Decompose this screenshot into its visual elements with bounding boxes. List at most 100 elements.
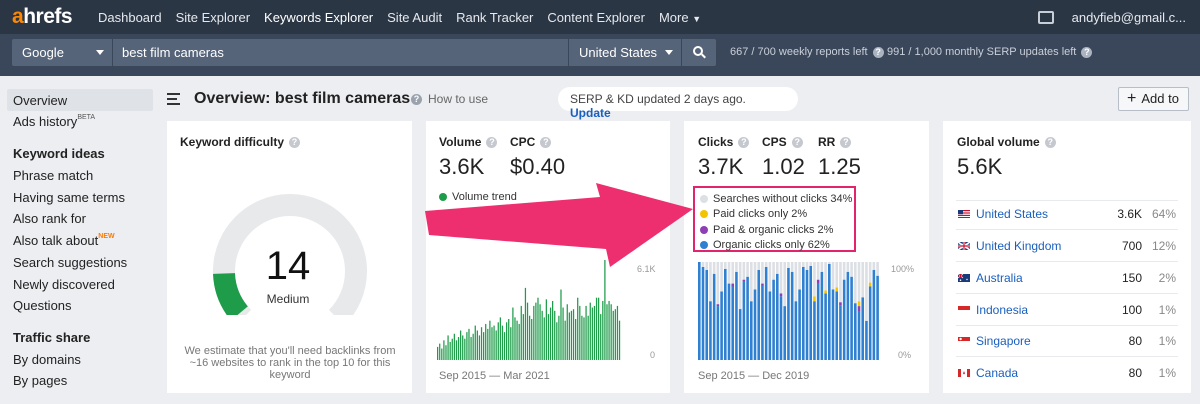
help-icon[interactable]: ? (540, 136, 552, 148)
keyword-input[interactable]: best film cameras (113, 39, 568, 66)
how-to-use-link[interactable]: ? How to use (411, 92, 488, 106)
volume-bar (533, 305, 535, 360)
clicks-bar-segment (790, 262, 794, 272)
sidebar-item-also-talk-about[interactable]: Also talk aboutNEW (13, 233, 115, 248)
clicks-bar-segment (854, 262, 857, 304)
nav-more[interactable]: More ▼ (652, 10, 708, 25)
help-icon[interactable]: ? (1044, 136, 1056, 148)
clicks-bar-segment (857, 311, 861, 360)
volume-bar (614, 309, 616, 360)
nav-keywords-explorer[interactable]: Keywords Explorer (257, 10, 380, 25)
search-engine-select[interactable]: Google (12, 39, 112, 66)
nav-site-explorer[interactable]: Site Explorer (169, 10, 257, 25)
help-icon[interactable]: ? (872, 46, 884, 58)
search-bar: Google best film cameras United States 6… (0, 34, 1200, 76)
sidebar-item-search-suggestions[interactable]: Search suggestions (13, 255, 127, 270)
legend-row: Searches without clicks 34% (700, 191, 854, 207)
monthly-quota: 991 / 1,000 monthly SERP updates left? (887, 46, 1093, 58)
clicks-bar-segment (839, 262, 842, 303)
volume-bar (455, 340, 458, 360)
clicks-bar-segment (805, 269, 809, 360)
search-button[interactable] (682, 39, 716, 66)
volume-bar (549, 307, 552, 360)
clicks-bar-segment (857, 262, 861, 302)
divider (956, 356, 1178, 357)
volume-bar (585, 305, 587, 360)
clicks-bar-segment (868, 262, 872, 283)
nav-dashboard[interactable]: Dashboard (91, 10, 169, 25)
clicks-bar-segment (698, 262, 701, 360)
volume-bar (547, 314, 550, 360)
monitor-icon[interactable] (1037, 10, 1054, 24)
ahrefs-logo[interactable]: ahrefs (12, 5, 82, 29)
sidebar-item-ads-history[interactable]: Ads historyBETA (13, 114, 95, 129)
help-icon[interactable]: ? (840, 136, 852, 148)
clicks-bar-segment (761, 283, 764, 286)
country-row-uk[interactable]: United Kingdom 700 12% (958, 236, 1176, 256)
sidebar-item-overview[interactable]: Overview (7, 89, 153, 111)
volume-bar (516, 320, 518, 360)
sidebar-item-also-rank-for[interactable]: Also rank for (13, 211, 86, 226)
country-row-au[interactable]: Australia 150 2% (958, 268, 1176, 288)
help-icon[interactable]: ? (486, 136, 498, 148)
volume-bar (464, 338, 466, 360)
volume-bar (606, 304, 608, 360)
help-icon[interactable]: ? (289, 136, 301, 148)
volume-bar (441, 348, 443, 360)
clicks-bar-segment (731, 286, 735, 360)
country-row-ca[interactable]: Canada 80 1% (958, 363, 1176, 383)
help-icon[interactable]: ? (738, 136, 750, 148)
nav-rank-tracker[interactable]: Rank Tracker (449, 10, 540, 25)
country-row-us[interactable]: United States 3.6K 64% (958, 204, 1176, 224)
global-volume-value: 5.6K (957, 154, 1003, 179)
sidebar-item-by-pages[interactable]: By pages (13, 373, 67, 388)
help-icon[interactable]: ? (1081, 46, 1093, 58)
nav-content-explorer[interactable]: Content Explorer (540, 10, 652, 25)
menu-icon[interactable] (167, 93, 180, 108)
update-link[interactable]: Update (570, 106, 611, 120)
clicks-bar-segment (761, 262, 764, 284)
flag-uk-icon (958, 242, 970, 250)
clicks-bar-segment (757, 262, 761, 270)
sidebar-item-phrase-match[interactable]: Phrase match (13, 168, 93, 183)
volume-trend-chart[interactable] (437, 260, 621, 360)
kd-value: 14 (265, 244, 311, 288)
country-row-id[interactable]: Indonesia 100 1% (958, 300, 1176, 320)
sidebar-item-having-same-terms[interactable]: Having same terms (13, 190, 125, 205)
user-email[interactable]: andyfieb@gmail.c... (1072, 10, 1186, 25)
clicks-legend: Searches without clicks 34% Paid clicks … (693, 186, 856, 252)
clicks-chart[interactable] (698, 262, 880, 360)
weekly-quota: 667 / 700 weekly reports left? (730, 46, 884, 58)
flag-id-icon (958, 306, 970, 314)
divider (956, 200, 1178, 201)
help-icon[interactable]: ? (791, 136, 803, 148)
divider (956, 293, 1178, 294)
sidebar-item-by-domains[interactable]: By domains (13, 352, 81, 367)
add-to-button[interactable]: + Add to (1118, 87, 1189, 111)
clicks-bar-segment (824, 262, 827, 291)
clicks-bar-segment (835, 291, 839, 360)
nav-site-audit[interactable]: Site Audit (380, 10, 449, 25)
volume-bar (499, 317, 501, 360)
country-row-sg[interactable]: Singapore 80 1% (958, 331, 1176, 351)
clicks-bar-segment (742, 279, 746, 282)
clicks-bar-segment (735, 262, 738, 272)
clicks-bar-segment (709, 301, 712, 360)
caret-down-icon (665, 50, 673, 55)
clicks-bar-segment (813, 301, 816, 360)
sidebar-item-newly-discovered[interactable]: Newly discovered (13, 277, 115, 292)
sidebar-heading-traffic-share: Traffic share (13, 330, 91, 345)
country-select[interactable]: United States (569, 39, 681, 66)
volume-bar (531, 319, 533, 360)
clicks-bar-segment (868, 282, 872, 287)
clicks-bar-segment (831, 289, 835, 360)
rr-title: RR? (818, 135, 852, 149)
sidebar-item-questions[interactable]: Questions (13, 298, 72, 313)
clicks-bar-segment (727, 262, 731, 284)
top-nav: ahrefs Dashboard Site Explorer Keywords … (0, 0, 1200, 34)
volume-bar (537, 297, 539, 360)
page-title: Overview: best film cameras (194, 90, 411, 107)
volume-bar (556, 322, 558, 360)
volume-bar (449, 341, 451, 360)
clicks-bar-segment (764, 262, 768, 267)
